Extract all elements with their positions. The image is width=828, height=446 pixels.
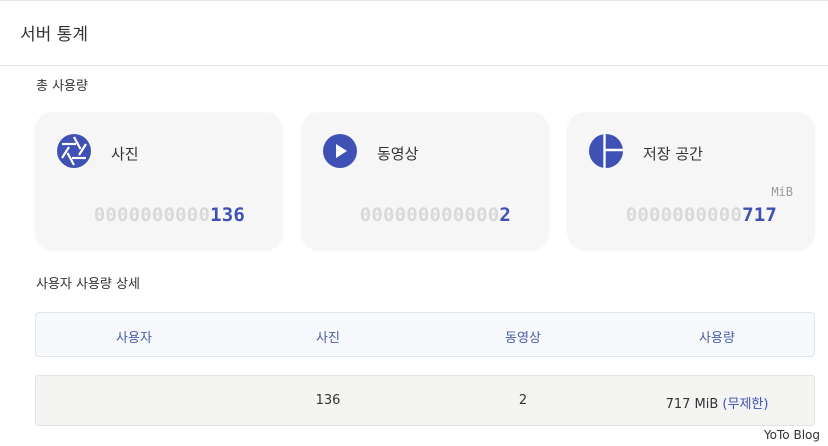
column-header-user[interactable]: 사용자 <box>116 327 152 346</box>
column-header-usage[interactable]: 사용량 <box>699 327 735 346</box>
top-border <box>0 0 828 1</box>
storage-pie-icon <box>589 134 623 168</box>
column-header-videos[interactable]: 동영상 <box>505 327 541 346</box>
card-storage-value: 0000000000717 <box>625 204 777 226</box>
cell-videos: 2 <box>518 393 528 408</box>
card-storage-unit: MiB <box>771 185 793 199</box>
cell-photos: 136 <box>315 393 341 408</box>
title-divider <box>0 65 828 66</box>
cell-usage: 717 MiB (무제한) <box>665 397 769 412</box>
card-videos-label: 동영상 <box>377 145 419 163</box>
card-photos: 사진 0000000000136 <box>35 112 283 250</box>
card-photos-label: 사진 <box>111 145 139 163</box>
page-title: 서버 통계 <box>20 25 88 45</box>
table-header: 사용자 사진 동영상 사용량 <box>35 312 815 357</box>
card-storage-label: 저장 공간 <box>643 145 703 163</box>
watermark: YoTo Blog <box>763 428 820 442</box>
user-usage-label: 사용자 사용량 상세 <box>36 277 140 292</box>
card-storage: 저장 공간 MiB 0000000000717 <box>567 112 815 250</box>
video-play-icon <box>323 134 357 168</box>
table-row[interactable]: 136 2 717 MiB (무제한) <box>35 375 815 426</box>
cell-quota: (무제한) <box>722 397 769 412</box>
photo-aperture-icon <box>57 134 91 168</box>
column-header-photos[interactable]: 사진 <box>316 327 340 346</box>
card-photos-value: 0000000000136 <box>93 204 245 226</box>
total-usage-label: 총 사용량 <box>36 79 88 94</box>
card-videos-value: 0000000000002 <box>359 204 511 226</box>
card-videos: 동영상 0000000000002 <box>301 112 549 250</box>
